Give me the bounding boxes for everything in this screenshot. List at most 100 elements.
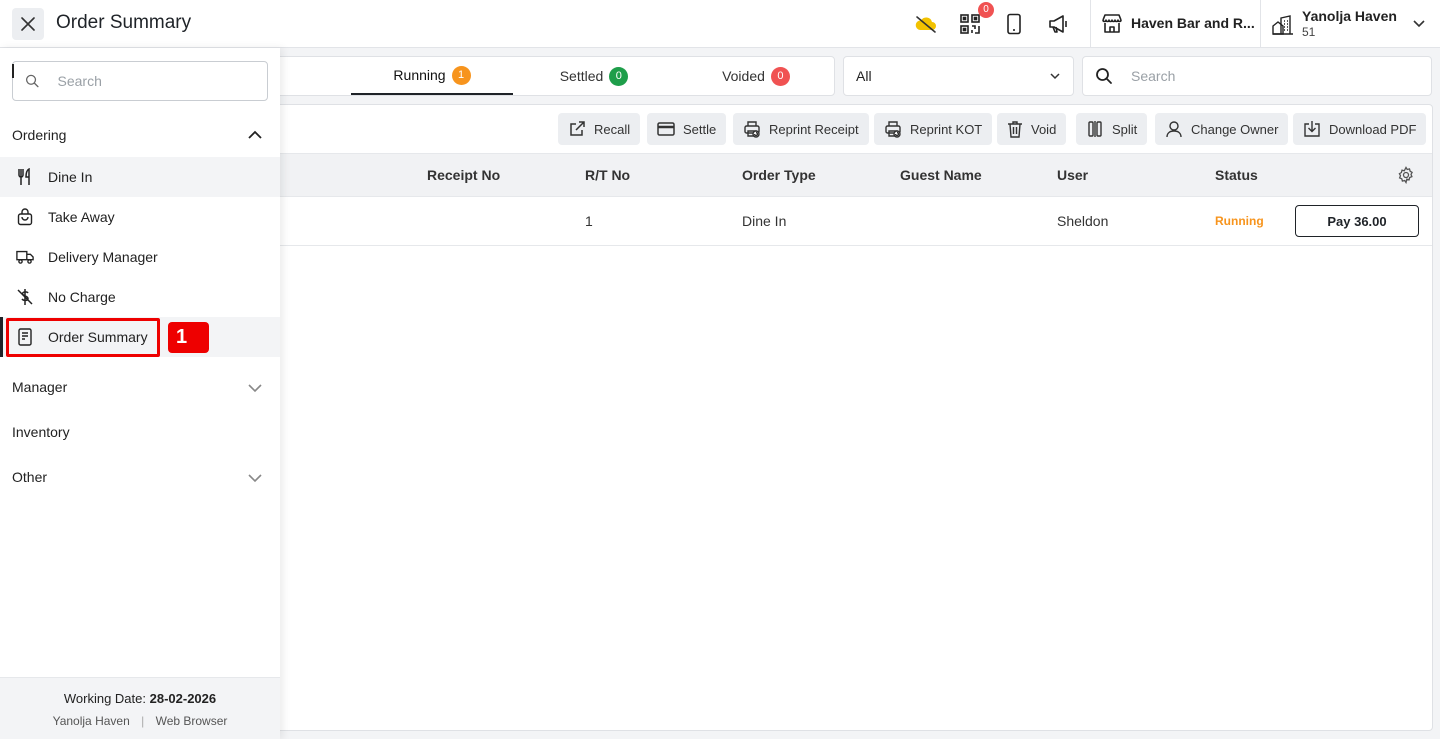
button-label: Reprint KOT <box>910 121 983 137</box>
split-icon <box>1088 121 1102 137</box>
active-indicator <box>0 317 3 357</box>
cell-rt-no: 1 <box>585 213 593 229</box>
button-label: Recall <box>594 121 631 137</box>
working-date-label: Working Date: <box>63 691 146 706</box>
cell-user: Sheldon <box>1057 213 1109 229</box>
sidebar-item-delivery-manager[interactable]: Delivery Manager <box>0 237 280 277</box>
sidebar-footer: Working Date: 28-02-2026 Yanolja Haven |… <box>0 677 280 739</box>
button-label: Download PDF <box>1329 121 1417 137</box>
button-label: Void <box>1031 121 1057 137</box>
text-cursor <box>12 64 14 78</box>
footer-meta: Yanolja Haven | Web Browser <box>0 714 280 728</box>
footer-device: Web Browser <box>155 714 228 728</box>
sidebar-item-take-away[interactable]: Take Away <box>0 197 280 237</box>
section-manager[interactable]: Manager <box>12 379 67 395</box>
tab-voided[interactable]: Voided 0 <box>675 57 837 95</box>
user-icon <box>1166 121 1182 138</box>
cloud-off-icon[interactable] <box>914 12 938 36</box>
chevron-down-icon[interactable] <box>1412 16 1426 30</box>
order-filter-select[interactable]: All <box>843 56 1074 96</box>
step-number-badge: 1 <box>168 322 209 353</box>
cell-order-type: Dine In <box>742 213 787 229</box>
qr-code-icon <box>960 14 980 34</box>
sidebar-item-label: Take Away <box>48 209 115 225</box>
working-date: Working Date: 28-02-2026 <box>0 691 280 706</box>
printer-icon <box>885 121 901 138</box>
sidebar-item-dine-in[interactable]: Dine In <box>0 157 280 197</box>
sidebar-search-input[interactable] <box>57 73 267 89</box>
no-dollar-icon <box>16 288 34 306</box>
page-title: Order Summary <box>56 12 192 33</box>
chevron-down-icon <box>1050 73 1060 80</box>
button-label: Change Owner <box>1191 121 1279 137</box>
reprint-receipt-button[interactable]: Reprint Receipt <box>733 113 869 145</box>
close-button[interactable] <box>12 8 44 40</box>
void-button[interactable]: Void <box>997 113 1067 145</box>
close-icon <box>21 17 35 31</box>
section-ordering[interactable]: Ordering <box>12 127 66 143</box>
column-header[interactable]: User <box>1057 167 1088 183</box>
working-date-value: 28-02-2026 <box>149 691 217 706</box>
trash-icon <box>1008 121 1022 138</box>
tab-count-badge: 0 <box>609 66 629 86</box>
sidebar-item-no-charge[interactable]: No Charge <box>0 277 280 317</box>
chevron-down-icon[interactable] <box>247 471 263 485</box>
printer-icon <box>744 121 760 138</box>
store-icon <box>1102 14 1122 33</box>
shopping-bag-icon <box>16 208 34 226</box>
truck-icon <box>16 248 34 266</box>
split-button[interactable]: Split <box>1076 113 1148 145</box>
reprint-kot-button[interactable]: Reprint KOT <box>874 113 993 145</box>
outlet-name: Haven Bar and R... <box>1131 15 1255 31</box>
sidebar-search-box[interactable] <box>12 61 268 101</box>
footer-separator: | <box>141 714 145 728</box>
button-label: Reprint Receipt <box>769 121 859 137</box>
order-search-input[interactable] <box>1131 68 1391 84</box>
section-other[interactable]: Other <box>12 469 47 485</box>
order-search-box[interactable] <box>1082 56 1432 96</box>
search-icon <box>1096 68 1112 84</box>
column-header[interactable]: Status <box>1215 167 1258 183</box>
download-pdf-button[interactable]: Download PDF <box>1293 113 1427 145</box>
tab-count-badge: 1 <box>451 65 471 85</box>
qr-code-button[interactable]: 0 <box>958 2 994 36</box>
download-icon <box>1304 121 1320 137</box>
change-owner-button[interactable]: Change Owner <box>1155 113 1289 145</box>
status-badge: Running <box>1215 214 1264 228</box>
column-header[interactable]: Receipt No <box>427 167 500 183</box>
filter-value: All <box>856 68 872 84</box>
chevron-down-icon[interactable] <box>247 381 263 395</box>
status-tabs: Running 1 Settled 0 Voided 0 <box>270 56 835 96</box>
footer-property: Yanolja Haven <box>52 714 130 728</box>
property-selector[interactable]: Yanolja Haven 51 <box>1272 7 1397 39</box>
tab-running[interactable]: Running 1 <box>351 57 513 95</box>
section-inventory[interactable]: Inventory <box>12 424 70 440</box>
settle-button[interactable]: Settle <box>647 113 727 145</box>
column-header[interactable]: Guest Name <box>900 167 982 183</box>
tab-label: Settled <box>559 68 604 84</box>
chevron-up-icon[interactable] <box>247 128 263 142</box>
qr-badge: 0 <box>978 2 994 18</box>
tab-label: Running <box>393 67 446 83</box>
settings-gear-icon[interactable] <box>1397 166 1415 184</box>
megaphone-icon[interactable] <box>1046 12 1070 36</box>
app-header: Order Summary 0 Haven Bar and R... Yanol… <box>0 0 1440 48</box>
button-label: Settle <box>683 121 717 137</box>
recall-button[interactable]: Recall <box>558 113 641 145</box>
button-label: Split <box>1112 121 1138 137</box>
tab-label: Voided <box>722 68 765 84</box>
column-header[interactable]: Order Type <box>742 167 816 183</box>
pay-button[interactable]: Pay 36.00 <box>1295 205 1419 237</box>
building-icon <box>1272 15 1293 35</box>
outlet-selector[interactable]: Haven Bar and R... <box>1101 12 1255 34</box>
sidebar-item-label: No Charge <box>48 289 116 305</box>
tab-settled[interactable]: Settled 0 <box>513 57 675 95</box>
external-link-icon <box>570 121 585 136</box>
sidebar-item-label: Delivery Manager <box>48 249 158 265</box>
utensils-icon <box>16 168 34 186</box>
highlight-annotation <box>6 318 160 357</box>
property-id: 51 <box>1302 25 1316 39</box>
sidebar-item-label: Dine In <box>48 169 93 185</box>
tablet-icon[interactable] <box>1002 12 1026 36</box>
column-header[interactable]: R/T No <box>585 167 630 183</box>
